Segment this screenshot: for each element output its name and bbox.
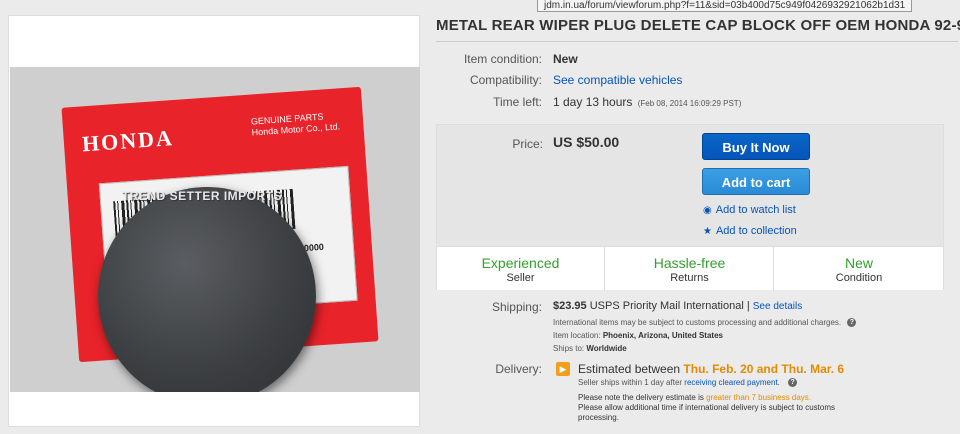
flag-icon: ▶ <box>556 362 570 376</box>
seller-watermark: TREND SETTER IMPORTS <box>122 189 283 203</box>
badge-sub: Seller <box>506 272 535 284</box>
add-to-collection-link[interactable]: ★ Add to collection <box>703 225 797 237</box>
delivery-note-3: processing. <box>578 413 619 422</box>
add-to-cart-button[interactable]: Add to cart <box>702 168 810 195</box>
delivery-note-1: Please note the delivery estimate is gre… <box>578 393 811 402</box>
time-left-label: Time left: <box>493 95 542 109</box>
badge-sub: Condition <box>835 272 883 284</box>
badge-new-condition: New Condition <box>775 247 943 291</box>
time-left-date: (Feb 08, 2014 16:09:29 PST) <box>637 99 742 108</box>
cleared-payment-link[interactable]: receiving cleared payment. <box>684 378 780 387</box>
product-photo[interactable]: HONDA GENUINE PARTS Honda Motor Co., Ltd… <box>10 67 420 392</box>
estimate-prefix: Estimated between <box>578 362 681 376</box>
star-icon: ★ <box>703 226 712 237</box>
price-value: US $50.00 <box>553 134 620 150</box>
badge-title: Experienced <box>481 255 560 271</box>
item-location: Item location: Phoenix, Arizona, United … <box>553 331 723 340</box>
shipping-service: USPS Priority Mail International | <box>589 300 750 312</box>
ships-to-label: Ships to: <box>553 344 585 353</box>
ships-to-value: Worldwide <box>586 344 627 353</box>
price-area: Price: US $50.00 Buy It Now Add to cart … <box>437 125 943 246</box>
time-left-value: 1 day 13 hours <box>553 95 633 109</box>
badge-sub: Returns <box>670 272 709 284</box>
collection-label: Add to collection <box>715 225 797 237</box>
honda-logo: HONDA <box>81 125 175 157</box>
url-tooltip: jdm.in.ua/forum/viewforum.php?f=11&sid=0… <box>537 0 913 12</box>
badge-title: New <box>844 255 873 271</box>
help-icon[interactable]: ? <box>847 318 857 328</box>
customs-note: International items may be subject to cu… <box>553 318 857 328</box>
product-image-panel[interactable]: HONDA GENUINE PARTS Honda Motor Co., Ltd… <box>8 15 420 427</box>
add-to-watch-list-link[interactable]: ◉ Add to watch list <box>703 204 796 216</box>
estimate-dates: Thu. Feb. 20 and Thu. Mar. 6 <box>683 362 845 376</box>
wiper-plug-cap <box>98 187 316 392</box>
item-location-value: Phoenix, Arizona, United States <box>602 331 723 340</box>
ships-within: Seller ships within 1 day after receivin… <box>578 378 798 388</box>
condition-label: Item condition: <box>463 52 542 66</box>
shipping-cost: $23.95 <box>553 300 587 312</box>
price-label: Price: <box>512 137 543 151</box>
ships-within-text: Seller ships within 1 day after <box>578 378 683 387</box>
shipping-label: Shipping: <box>491 300 542 314</box>
eye-icon: ◉ <box>703 205 712 216</box>
compatible-vehicles-link[interactable]: See compatible vehicles <box>553 73 682 87</box>
condition-value: New <box>553 52 578 66</box>
delivery-estimate: Estimated between Thu. Feb. 20 and Thu. … <box>578 362 844 376</box>
delivery-note-highlight: greater than 7 business days. <box>706 393 812 402</box>
customs-note-text: International items may be subject to cu… <box>553 318 842 327</box>
watch-list-label: Add to watch list <box>715 204 796 216</box>
compatibility-label: Compatibility: <box>469 73 542 87</box>
divider <box>436 41 958 42</box>
shipping-info: $23.95 USPS Priority Mail International … <box>553 300 802 312</box>
buy-it-now-button[interactable]: Buy It Now <box>702 133 810 160</box>
item-title: METAL REAR WIPER PLUG DELETE CAP BLOCK O… <box>436 17 960 34</box>
delivery-label: Delivery: <box>495 362 542 376</box>
delivery-note-prefix: Please note the delivery estimate is <box>578 393 704 402</box>
time-left: 1 day 13 hours (Feb 08, 2014 16:09:29 PS… <box>553 95 741 109</box>
genuine-parts-text: GENUINE PARTS Honda Motor Co., Ltd. <box>251 110 341 138</box>
badges-row: Experienced Seller Hassle-free Returns N… <box>437 246 943 291</box>
delivery-note-2: Please allow additional time if internat… <box>578 403 836 412</box>
see-details-link[interactable]: See details <box>753 301 802 312</box>
badge-hassle-free-returns: Hassle-free Returns <box>606 247 774 291</box>
price-box: Price: US $50.00 Buy It Now Add to cart … <box>436 124 944 291</box>
help-icon[interactable]: ? <box>788 378 798 388</box>
badge-title: Hassle-free <box>653 255 726 271</box>
item-location-label: Item location: <box>553 331 601 340</box>
ships-to: Ships to: Worldwide <box>553 344 627 353</box>
badge-experienced-seller: Experienced Seller <box>437 247 605 291</box>
